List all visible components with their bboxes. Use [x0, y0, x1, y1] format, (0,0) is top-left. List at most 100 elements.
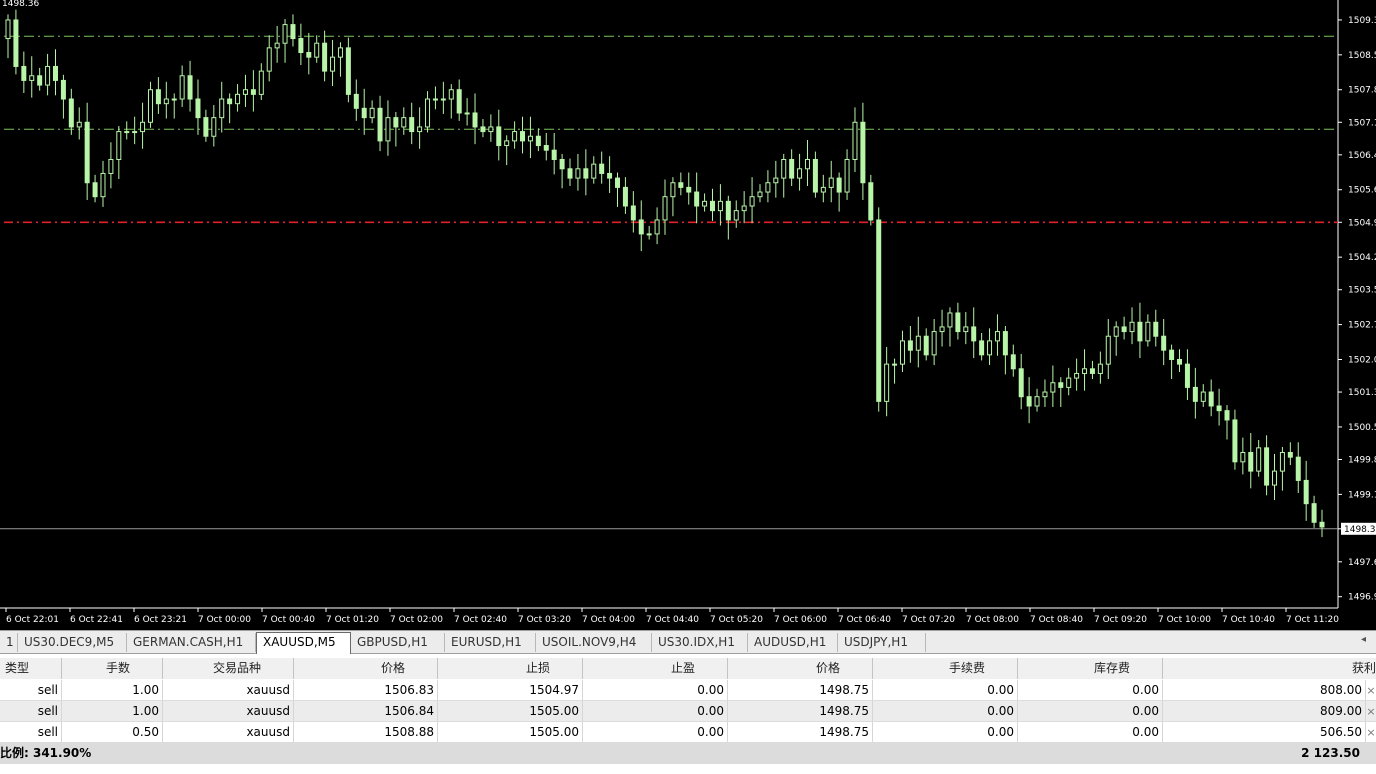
candle	[337, 42, 343, 77]
candle	[1169, 344, 1175, 380]
tab-usoil-nov9-h4[interactable]: USOIL.NOV9,H4	[536, 633, 652, 652]
header-symbol[interactable]: 交易品种	[163, 658, 294, 679]
candle	[464, 98, 470, 126]
cell-take-profit: 0.00	[583, 680, 728, 700]
cell-profit: 506.50	[1163, 722, 1366, 742]
candle	[535, 128, 541, 152]
tab-eurusd-h1[interactable]: EURUSD,H1	[445, 633, 536, 652]
candle	[907, 326, 913, 363]
close-order-icon[interactable]: ×	[1366, 722, 1376, 743]
cell-profit: 809.00	[1163, 701, 1366, 721]
cell-symbol: xauusd	[163, 722, 294, 742]
candle	[266, 35, 272, 82]
price-axis-label: 1497.65	[1348, 558, 1376, 568]
close-order-icon[interactable]: ×	[1366, 701, 1376, 722]
candle	[425, 91, 431, 133]
candle	[409, 102, 415, 145]
price-axis-label: 1509.30	[1348, 16, 1376, 26]
candle	[282, 19, 288, 63]
cell-swap: 0.00	[1018, 722, 1163, 742]
price-axis-label: 1505.65	[1348, 186, 1376, 196]
candle	[1089, 360, 1095, 380]
chart-area[interactable]: 1509.30 1508.55 1507.80 1507.10 1506.40 1505.…	[0, 0, 1376, 630]
header-stop-loss[interactable]: 止损	[438, 658, 583, 679]
cell-current-price: 1498.75	[728, 680, 873, 700]
candle	[765, 170, 771, 203]
table-row[interactable]: sell 0.50 xauusd 1508.88 1505.00 0.00 1498.75 0…	[0, 722, 1376, 743]
cell-open-price: 1508.88	[294, 722, 438, 742]
header-type[interactable]: 类型	[0, 658, 62, 679]
candle	[923, 328, 929, 361]
candle	[630, 191, 636, 233]
cell-type: sell	[0, 680, 62, 700]
header-take-profit[interactable]: 止盈	[583, 658, 728, 679]
candle	[955, 302, 961, 340]
header-profit[interactable]: 获利	[1163, 658, 1376, 679]
candle	[512, 121, 518, 149]
candle	[979, 332, 985, 361]
candle	[1066, 367, 1072, 396]
close-order-icon[interactable]: ×	[1366, 680, 1376, 701]
cell-volume: 1.00	[62, 701, 163, 721]
time-axis-label: 7 Oct 08:00	[966, 615, 1019, 625]
candle	[1137, 302, 1143, 359]
candle	[1208, 379, 1214, 417]
candle	[884, 346, 890, 417]
table-row[interactable]: sell 1.00 xauusd 1506.83 1504.97 0.00 1498.75 0…	[0, 680, 1376, 701]
time-axis-label: 7 Oct 06:00	[774, 615, 827, 625]
header-current-price[interactable]: 价格	[728, 658, 873, 679]
header-commission[interactable]: 手续费	[873, 658, 1018, 679]
candle	[1018, 353, 1024, 410]
candle	[789, 149, 795, 186]
tab-us30-dec9-m5[interactable]: US30.DEC9,M5	[18, 633, 127, 652]
candle	[615, 172, 621, 207]
candle	[1192, 367, 1198, 419]
candle	[725, 195, 731, 240]
candle	[132, 116, 138, 145]
cell-stop-loss: 1504.97	[438, 680, 583, 700]
header-volume[interactable]: 手数	[62, 658, 163, 679]
candle	[804, 139, 810, 186]
candle	[298, 23, 304, 66]
candle	[1319, 509, 1325, 538]
candle	[1121, 316, 1127, 340]
candle	[852, 107, 858, 173]
tab-usdjpy-h1[interactable]: USDJPY,H1	[838, 633, 926, 652]
tab-us30-idx-h1[interactable]: US30.IDX,H1	[652, 633, 748, 652]
time-axis-label: 6 Oct 22:41	[70, 615, 123, 625]
table-row[interactable]: sell 1.00 xauusd 1506.84 1505.00 0.00 1498.75 0…	[0, 701, 1376, 722]
candle	[1034, 388, 1040, 412]
candle	[488, 114, 494, 142]
candle	[1184, 349, 1190, 400]
tab-scroll-left-icon[interactable]: ◂	[1361, 634, 1366, 645]
candle	[480, 119, 486, 138]
candle	[417, 107, 423, 149]
time-axis-label: 7 Oct 03:20	[518, 615, 571, 625]
header-open-price[interactable]: 价格	[294, 658, 438, 679]
candle	[575, 153, 581, 191]
candle	[1232, 409, 1238, 470]
tab-audusd-h1[interactable]: AUDUSD,H1	[748, 633, 838, 652]
tab-1[interactable]: 1	[0, 633, 18, 652]
tab-gbpusd-h1[interactable]: GBPUSD,H1	[351, 633, 445, 652]
candle	[195, 79, 201, 135]
cell-volume: 0.50	[62, 722, 163, 742]
candle	[385, 100, 391, 156]
tab-german-cash-h1[interactable]: GERMAN.CASH,H1	[127, 633, 256, 652]
candle	[662, 179, 668, 235]
tab-xauusd-m5[interactable]: XAUUSD,M5	[256, 632, 351, 654]
candle	[13, 9, 19, 75]
candle	[440, 81, 446, 114]
time-axis-label: 7 Oct 10:00	[1158, 615, 1211, 625]
candle	[1082, 349, 1088, 391]
candle	[931, 319, 937, 366]
cell-type: sell	[0, 722, 62, 742]
candle	[892, 358, 898, 384]
time-axis-label: 7 Oct 04:40	[646, 615, 699, 625]
header-swap[interactable]: 库存费	[1018, 658, 1163, 679]
candle	[203, 109, 209, 142]
price-chart[interactable]: 1509.30 1508.55 1507.80 1507.10 1506.40 1505.…	[0, 0, 1376, 630]
candle	[227, 93, 233, 124]
candle	[1058, 377, 1064, 407]
price-axis-label: 1504.95	[1348, 218, 1376, 228]
